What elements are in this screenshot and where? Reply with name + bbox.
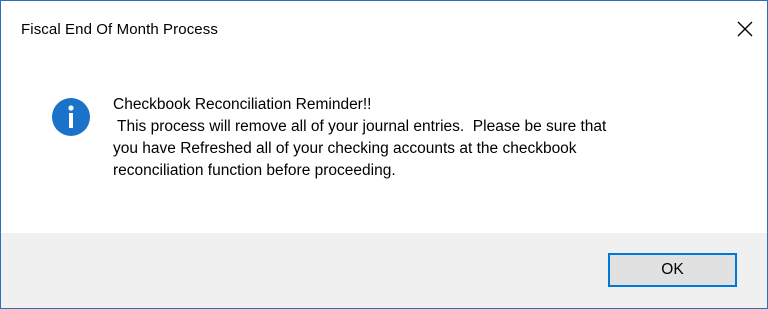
close-button[interactable] [723, 3, 767, 55]
message-line: This process will remove all of your jou… [113, 118, 607, 135]
ok-button[interactable]: OK [608, 253, 737, 287]
title-bar[interactable]: Fiscal End Of Month Process [1, 1, 767, 63]
message-line: you have Refreshed all of your checking … [113, 140, 577, 157]
message-line: Checkbook Reconciliation Reminder!! [113, 96, 372, 113]
message-text: Checkbook Reconciliation Reminder!! This… [113, 94, 753, 182]
close-icon [737, 21, 753, 37]
message-line: reconciliation function before proceedin… [113, 162, 396, 179]
info-icon [52, 98, 90, 136]
dialog-content: Checkbook Reconciliation Reminder!! This… [1, 63, 767, 233]
window-title: Fiscal End Of Month Process [21, 21, 218, 38]
button-bar: OK [1, 233, 767, 308]
message-dialog: Fiscal End Of Month Process Checkbook Re… [0, 0, 768, 309]
